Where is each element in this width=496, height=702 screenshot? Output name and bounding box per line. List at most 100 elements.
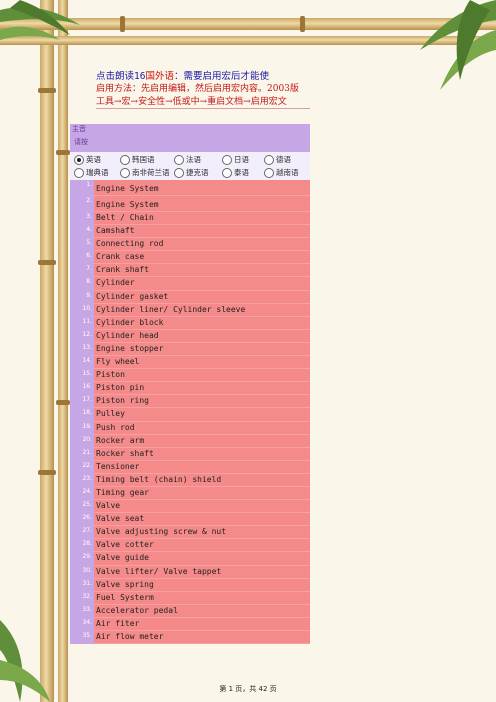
term-row[interactable]: 12. Cylinder head: [70, 329, 310, 343]
term-number: 11.: [70, 316, 94, 330]
term-text[interactable]: Air flow meter: [94, 631, 310, 645]
page-footer: 第 1 页，共 42 页: [219, 685, 277, 693]
term-text[interactable]: Belt / Chain: [94, 212, 310, 226]
term-row[interactable]: 2. Engine System: [70, 196, 310, 212]
term-text[interactable]: Engine System: [94, 180, 310, 196]
radio-swedish[interactable]: 瑞典语: [74, 167, 109, 178]
term-text[interactable]: Piston pin: [94, 382, 310, 396]
term-text[interactable]: Connecting rod: [94, 238, 310, 252]
term-text[interactable]: Valve seat: [94, 513, 310, 527]
term-text[interactable]: Fly wheel: [94, 356, 310, 370]
term-number: 20.: [70, 434, 94, 448]
term-text[interactable]: Piston ring: [94, 395, 310, 409]
term-text[interactable]: Air fiter: [94, 617, 310, 631]
term-text[interactable]: Rocker shaft: [94, 447, 310, 461]
term-row[interactable]: 32. Fuel Systerm: [70, 591, 310, 605]
term-text[interactable]: Engine stopper: [94, 342, 310, 357]
term-text[interactable]: Rocker arm: [94, 434, 310, 448]
term-text[interactable]: Cylinder liner/ Cylinder sleeve: [94, 303, 310, 317]
term-row[interactable]: 13. Engine stopper: [70, 342, 310, 357]
term-row[interactable]: 28. Valve cotter: [70, 539, 310, 553]
radio-english[interactable]: 英语: [74, 154, 101, 165]
radio-korean[interactable]: 韩国语: [120, 154, 155, 165]
term-text[interactable]: Cylinder block: [94, 316, 310, 330]
term-row[interactable]: 11. Cylinder block: [70, 316, 310, 330]
term-text[interactable]: Cylinder gasket: [94, 290, 310, 304]
term-row[interactable]: 15. Piston: [70, 369, 310, 383]
term-text[interactable]: Valve: [94, 500, 310, 514]
term-text[interactable]: Timing belt (chain) shield: [94, 473, 310, 487]
term-row[interactable]: 16. Piston pin: [70, 382, 310, 396]
term-row[interactable]: 6. Crank case: [70, 251, 310, 265]
term-row[interactable]: 33. Accelerator pedal: [70, 604, 310, 618]
term-row[interactable]: 31. Valve spring: [70, 578, 310, 592]
term-text[interactable]: Tensioner: [94, 460, 310, 474]
term-row[interactable]: 26. Valve seat: [70, 513, 310, 527]
term-row[interactable]: 30. Valve lifter/ Valve tappet: [70, 565, 310, 579]
radio-czech[interactable]: 捷克语: [174, 167, 209, 178]
term-number: 22.: [70, 460, 94, 474]
radio-thai[interactable]: 泰语: [222, 167, 249, 178]
radio-afrikaans[interactable]: 南非荷兰语: [120, 167, 170, 178]
term-row[interactable]: 25. Valve: [70, 500, 310, 514]
term-row[interactable]: 10. Cylinder liner/ Cylinder sleeve: [70, 303, 310, 317]
radio-french[interactable]: 法语: [174, 154, 201, 165]
radio-vietnamese[interactable]: 越南语: [264, 167, 299, 178]
term-row[interactable]: 20. Rocker arm: [70, 434, 310, 448]
term-text[interactable]: Accelerator pedal: [94, 604, 310, 618]
term-text[interactable]: Valve spring: [94, 578, 310, 592]
term-number: 21.: [70, 447, 94, 461]
term-number: 4.: [70, 225, 94, 239]
radio-japanese[interactable]: 日语: [222, 154, 249, 165]
term-text[interactable]: Pulley: [94, 408, 310, 422]
term-text[interactable]: Camshaft: [94, 225, 310, 239]
term-row[interactable]: 27. Valve adjusting screw & nut: [70, 526, 310, 540]
palm-leaves-top-right-icon: [420, 0, 496, 90]
bamboo-left: [38, 0, 56, 702]
term-row[interactable]: 29. Valve guide: [70, 552, 310, 566]
term-row[interactable]: 1. Engine System: [70, 180, 310, 196]
term-row[interactable]: 23. Timing belt (chain) shield: [70, 473, 310, 487]
header-divider: [96, 108, 310, 109]
term-number: 17.: [70, 395, 94, 409]
term-row[interactable]: 21. Rocker shaft: [70, 447, 310, 461]
term-text[interactable]: Valve lifter/ Valve tappet: [94, 565, 310, 579]
term-number: 19.: [70, 421, 94, 435]
radio-off-icon: [74, 167, 84, 178]
term-row[interactable]: 3. Belt / Chain: [70, 212, 310, 226]
term-row[interactable]: 19. Push rod: [70, 421, 310, 435]
term-number: 13.: [70, 342, 94, 357]
term-text[interactable]: Valve adjusting screw & nut: [94, 526, 310, 540]
term-number: 27.: [70, 526, 94, 540]
term-text[interactable]: Crank case: [94, 251, 310, 265]
term-number: 2.: [70, 196, 94, 212]
term-text[interactable]: Piston: [94, 369, 310, 383]
term-row[interactable]: 5. Connecting rod: [70, 238, 310, 252]
term-text[interactable]: Timing gear: [94, 486, 310, 501]
term-text[interactable]: Engine System: [94, 196, 310, 212]
radio-off-icon: [222, 167, 232, 178]
term-text[interactable]: Valve cotter: [94, 539, 310, 553]
term-number: 7.: [70, 264, 94, 278]
term-row[interactable]: 8. Cylinder: [70, 277, 310, 291]
radio-on-icon: [74, 154, 84, 165]
term-row[interactable]: 34. Air fiter: [70, 617, 310, 631]
term-row[interactable]: 18. Pulley: [70, 408, 310, 422]
term-row[interactable]: 22. Tensioner: [70, 460, 310, 474]
term-text[interactable]: Crank shaft: [94, 264, 310, 278]
term-row[interactable]: 17. Piston ring: [70, 395, 310, 409]
term-row[interactable]: 7. Crank shaft: [70, 264, 310, 278]
term-text[interactable]: Push rod: [94, 421, 310, 435]
term-text[interactable]: Valve guide: [94, 552, 310, 566]
term-row[interactable]: 4. Camshaft: [70, 225, 310, 239]
term-text[interactable]: Fuel Systerm: [94, 591, 310, 605]
term-row[interactable]: 24. Timing gear: [70, 486, 310, 501]
term-row[interactable]: 9. Cylinder gasket: [70, 290, 310, 304]
term-row[interactable]: 14. Fly wheel: [70, 356, 310, 370]
radio-off-icon: [264, 167, 274, 178]
term-number: 32.: [70, 591, 94, 605]
term-text[interactable]: Cylinder head: [94, 329, 310, 343]
radio-german[interactable]: 德语: [264, 154, 291, 165]
term-row[interactable]: 35. Air flow meter: [70, 631, 310, 645]
term-text[interactable]: Cylinder: [94, 277, 310, 291]
